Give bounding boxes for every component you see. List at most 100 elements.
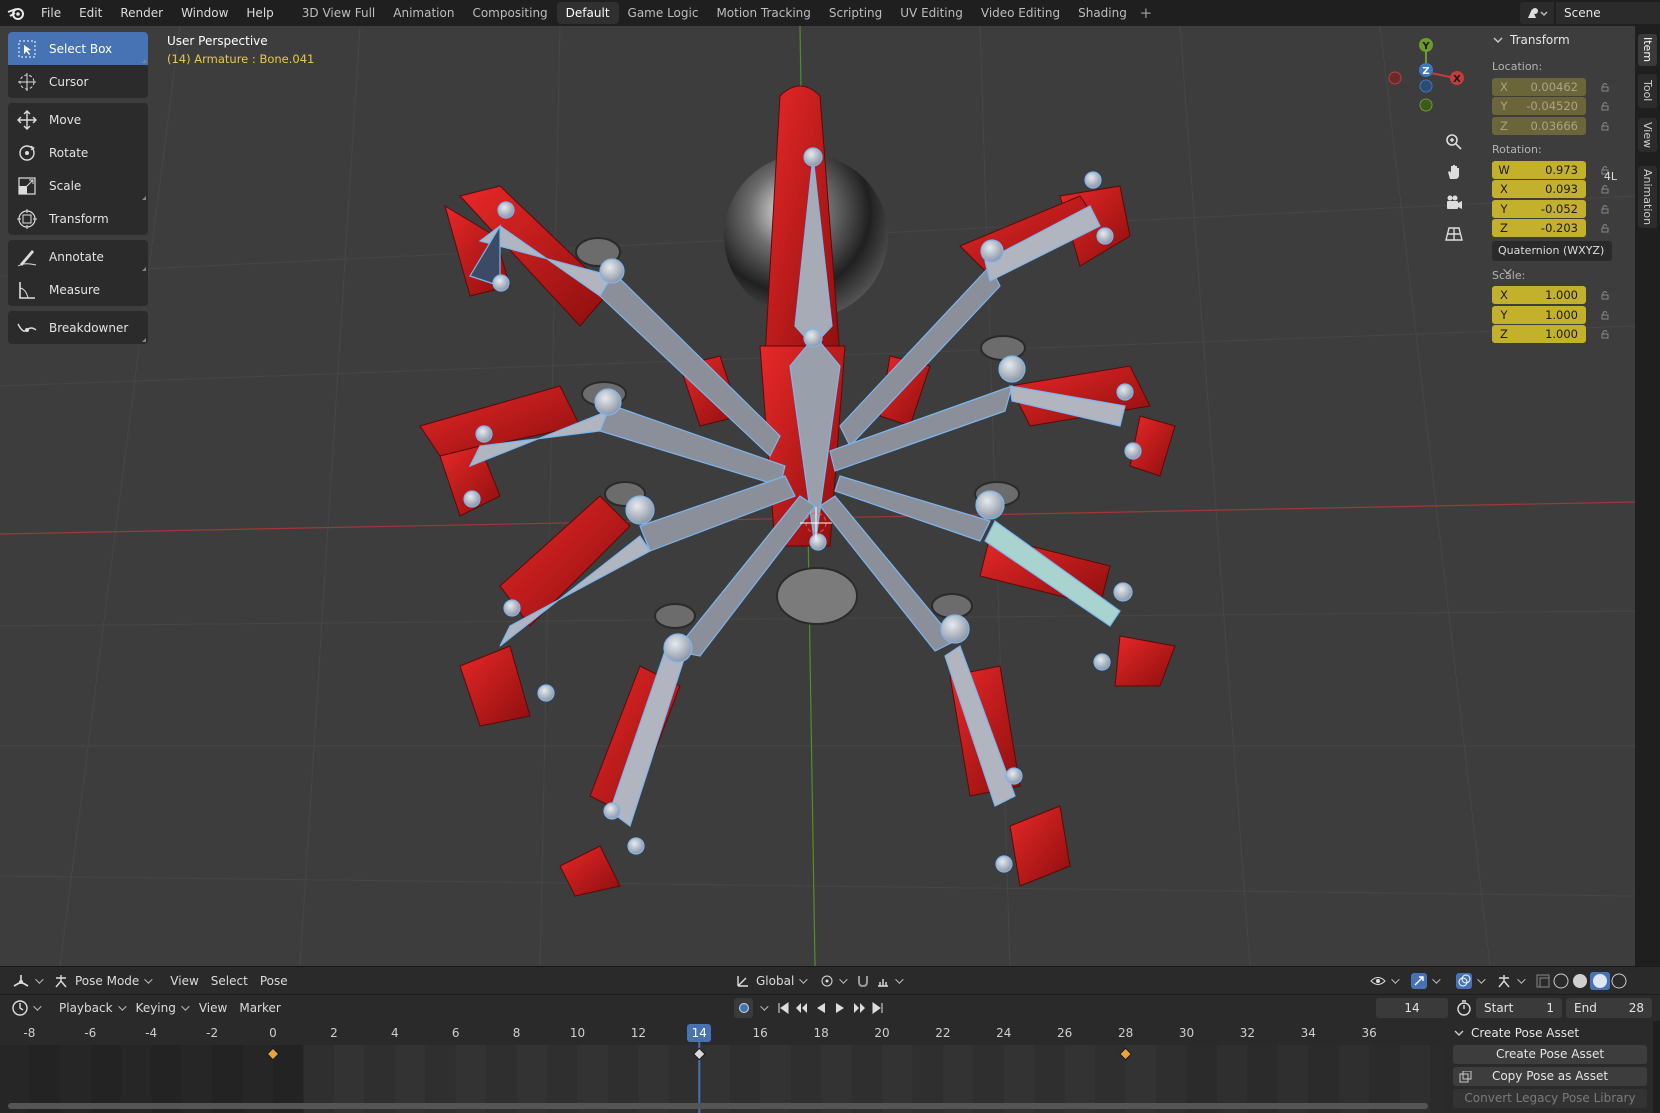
overlays-toggle[interactable] xyxy=(1450,970,1489,992)
auto-keying-icon[interactable] xyxy=(734,998,753,1018)
menu-select[interactable]: Select xyxy=(205,970,254,992)
scale-z-field[interactable]: Z 1.000 xyxy=(1492,325,1586,343)
sidebar-tab-item[interactable]: Item xyxy=(1638,34,1657,66)
menu-keying[interactable]: Keying xyxy=(130,997,193,1019)
editor-type-select[interactable] xyxy=(6,970,47,992)
sidebar-tab-tool[interactable]: Tool xyxy=(1638,74,1657,108)
rotation-x-field[interactable]: X 0.093 xyxy=(1492,180,1586,198)
zoom-icon[interactable] xyxy=(1440,128,1468,156)
lock-icon[interactable] xyxy=(1600,290,1610,300)
location-z-field[interactable]: Z 0.03666 xyxy=(1492,116,1586,135)
snap-select[interactable] xyxy=(870,970,907,992)
start-frame-field[interactable]: Start 1 xyxy=(1476,998,1562,1018)
gizmo-toggle[interactable] xyxy=(1405,970,1444,992)
jump-end-icon[interactable] xyxy=(868,998,887,1018)
play-icon[interactable] xyxy=(830,998,849,1018)
keying-options-icon[interactable] xyxy=(753,998,767,1018)
menu-window[interactable]: Window xyxy=(172,0,237,26)
stopwatch-icon[interactable] xyxy=(1456,1000,1472,1019)
perspective-grid-icon[interactable] xyxy=(1440,220,1468,248)
menu-render[interactable]: Render xyxy=(111,0,172,26)
lock-icon[interactable] xyxy=(1600,101,1610,111)
lock-icon[interactable] xyxy=(1600,184,1610,194)
menu-help[interactable]: Help xyxy=(237,0,282,26)
pan-hand-icon[interactable] xyxy=(1440,158,1468,186)
material-shading-icon[interactable] xyxy=(1593,973,1607,988)
tab-game-logic[interactable]: Game Logic xyxy=(619,2,708,24)
rotation-mode-short[interactable]: 4L xyxy=(1604,170,1617,183)
pose-panel-header[interactable]: Create Pose Asset xyxy=(1445,1021,1653,1045)
previous-keyframe-icon[interactable] xyxy=(792,998,811,1018)
play-reverse-icon[interactable] xyxy=(811,998,830,1018)
location-y-field[interactable]: Y -0.04520 xyxy=(1492,97,1586,115)
blender-logo-icon[interactable] xyxy=(0,0,32,26)
tab-animation[interactable]: Animation xyxy=(384,2,463,24)
rotation-z-field[interactable]: Z -0.203 xyxy=(1492,219,1586,237)
menu-view[interactable]: View xyxy=(164,970,204,992)
menu-marker[interactable]: Marker xyxy=(233,997,286,1019)
timeline-scrollbar[interactable] xyxy=(8,1103,1428,1109)
jump-start-icon[interactable] xyxy=(773,998,792,1018)
tool-rotate[interactable]: Rotate xyxy=(8,136,148,169)
current-frame-field[interactable]: 14 xyxy=(1376,998,1448,1018)
tool-select-box[interactable]: Select Box xyxy=(8,32,148,65)
scene-icon[interactable] xyxy=(1520,2,1554,24)
solid-shading-icon[interactable] xyxy=(1573,973,1587,988)
tool-move[interactable]: Move xyxy=(8,103,148,136)
scene-name[interactable]: Scene xyxy=(1556,2,1660,24)
lock-icon[interactable] xyxy=(1600,204,1610,214)
convert-legacy-pose-library-button[interactable]: Convert Legacy Pose Library xyxy=(1453,1089,1647,1108)
menu-pose[interactable]: Pose xyxy=(254,970,294,992)
tool-annotate[interactable]: Annotate xyxy=(8,240,148,273)
tab-compositing[interactable]: Compositing xyxy=(463,2,556,24)
sidebar-tab-view[interactable]: View xyxy=(1638,118,1657,152)
tab-uv-editing[interactable]: UV Editing xyxy=(891,2,972,24)
tool-scale[interactable]: Scale xyxy=(8,169,148,202)
menu-timeline-view[interactable]: View xyxy=(193,997,233,1019)
rotation-mode-select[interactable]: Quaternion (WXYZ) xyxy=(1492,241,1612,261)
sidebar-tab-animation[interactable]: Animation xyxy=(1638,166,1657,228)
mode-select[interactable]: Pose Mode xyxy=(47,970,156,992)
add-workspace-icon[interactable]: + xyxy=(1136,4,1156,22)
tab-motion-tracking[interactable]: Motion Tracking xyxy=(707,2,819,24)
rotation-y-field[interactable]: Y -0.052 xyxy=(1492,199,1586,218)
rendered-shading-icon[interactable] xyxy=(1611,973,1627,988)
tool-cursor[interactable]: Cursor xyxy=(8,65,148,98)
lock-icon[interactable] xyxy=(1600,121,1610,131)
end-frame-field[interactable]: End 28 xyxy=(1566,998,1652,1018)
rotation-w-field[interactable]: W 0.973 xyxy=(1492,160,1586,179)
pivot-select[interactable] xyxy=(814,970,851,992)
menu-edit[interactable]: Edit xyxy=(70,0,111,26)
tool-breakdowner[interactable]: Breakdowner xyxy=(8,311,148,344)
scene-selector[interactable]: Scene xyxy=(1520,2,1660,24)
tab-scripting[interactable]: Scripting xyxy=(820,2,891,24)
lock-icon[interactable] xyxy=(1600,82,1610,92)
navigation-gizmo[interactable]: Y X Z xyxy=(1380,30,1480,130)
wireframe-shading-icon[interactable] xyxy=(1553,973,1569,988)
scale-x-field[interactable]: X 1.000 xyxy=(1492,286,1586,304)
menu-playback[interactable]: Playback xyxy=(53,997,130,1019)
orientation-select[interactable]: Global xyxy=(730,970,811,992)
lock-icon[interactable] xyxy=(1600,310,1610,320)
tab-3d-view-full[interactable]: 3D View Full xyxy=(293,2,385,24)
location-x-field[interactable]: X 0.00462 xyxy=(1492,77,1586,96)
lock-icon[interactable] xyxy=(1600,223,1610,233)
scale-y-field[interactable]: Y 1.000 xyxy=(1492,305,1586,324)
visibility-select[interactable] xyxy=(1364,970,1403,992)
camera-view-icon[interactable] xyxy=(1440,189,1468,217)
next-keyframe-icon[interactable] xyxy=(849,998,868,1018)
copy-pose-as-asset-button[interactable]: Copy Pose as Asset xyxy=(1453,1067,1647,1086)
tab-shading[interactable]: Shading xyxy=(1069,2,1136,24)
timeline-area[interactable]: -8 -6 -4 -2 0 2 4 6 8 10 12 14 16 18 20 22 24 26 28 30 32 34 3… xyxy=(0,1021,1445,1113)
menu-file[interactable]: File xyxy=(32,0,70,26)
tab-video-editing[interactable]: Video Editing xyxy=(972,2,1069,24)
spider-mesh[interactable] xyxy=(419,85,1176,897)
bone-overlay-toggle[interactable] xyxy=(1490,970,1529,992)
3d-viewport[interactable]: User Perspective (14) Armature : Bone.04… xyxy=(0,26,1635,966)
tab-default[interactable]: Default xyxy=(556,2,619,24)
lock-icon[interactable] xyxy=(1600,329,1610,339)
timeline-editor-type[interactable] xyxy=(6,997,45,1019)
tool-measure[interactable]: Measure xyxy=(8,273,148,306)
tool-transform[interactable]: Transform xyxy=(8,202,148,235)
create-pose-asset-button[interactable]: Create Pose Asset xyxy=(1453,1045,1647,1064)
